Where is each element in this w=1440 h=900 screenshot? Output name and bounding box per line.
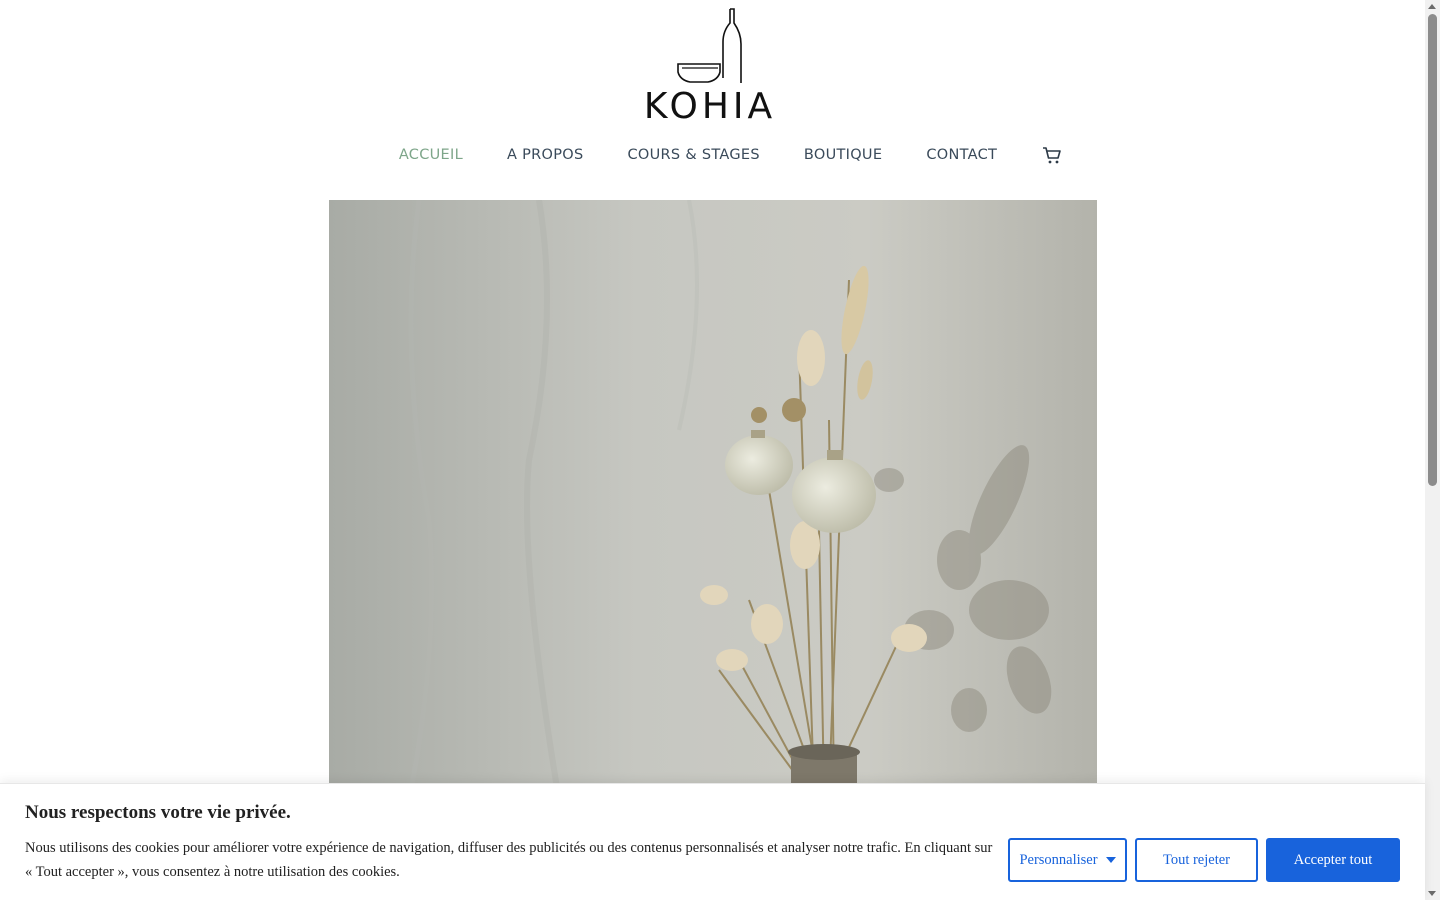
customize-button-label: Personnaliser xyxy=(1019,851,1098,868)
scroll-down-arrow-icon[interactable] xyxy=(1428,891,1436,896)
page: KOHIA ACCUEIL A PROPOS COURS & STAGES BO… xyxy=(0,0,1440,900)
accept-all-button[interactable]: Accepter tout xyxy=(1266,838,1400,882)
nav-item-accueil[interactable]: ACCUEIL xyxy=(399,147,463,163)
caret-down-icon xyxy=(1105,857,1116,863)
nav-item-a-propos[interactable]: A PROPOS xyxy=(507,147,584,163)
hero-image xyxy=(329,200,1097,800)
brand-name: KOHIA xyxy=(643,86,777,127)
nav-item-boutique[interactable]: BOUTIQUE xyxy=(804,147,882,163)
nav-item-contact[interactable]: CONTACT xyxy=(926,147,997,163)
cookie-consent-banner: Nous respectons votre vie privée. Nous u… xyxy=(0,783,1425,900)
main-navigation: ACCUEIL A PROPOS COURS & STAGES BOUTIQUE… xyxy=(360,143,1080,167)
scroll-up-arrow-icon[interactable] xyxy=(1428,4,1436,9)
brand-logo[interactable]: KOHIA xyxy=(620,6,800,127)
reject-all-button[interactable]: Tout rejeter xyxy=(1135,838,1258,882)
nav-item-cours-stages[interactable]: COURS & STAGES xyxy=(628,147,760,163)
cookie-banner-title: Nous respectons votre vie privée. xyxy=(25,802,291,823)
customize-button[interactable]: Personnaliser xyxy=(1008,838,1127,882)
dried-flowers-photo xyxy=(329,200,1097,800)
bowl-bottle-logo-icon xyxy=(677,8,742,83)
page-scrollbar[interactable] xyxy=(1425,0,1440,900)
scrollbar-thumb[interactable] xyxy=(1428,14,1437,486)
shopping-cart-icon[interactable] xyxy=(1041,144,1063,166)
cookie-banner-text: Nous utilisons des cookies pour améliore… xyxy=(25,840,993,880)
